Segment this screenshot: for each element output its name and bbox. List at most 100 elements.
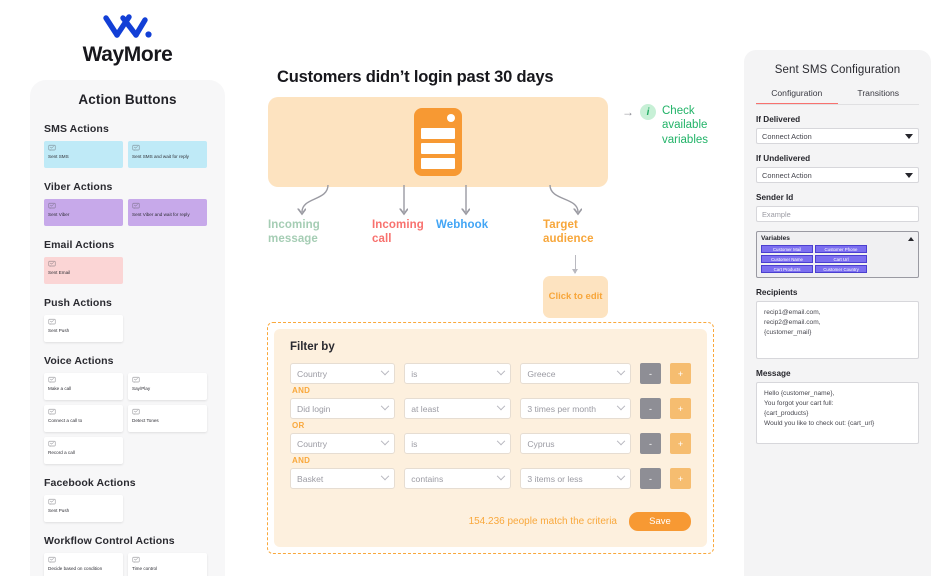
mobile-device-icon <box>414 108 462 176</box>
tab-transitions[interactable]: Transitions <box>838 88 920 104</box>
brand-logo: WayMore <box>30 12 225 67</box>
filter-footer: 154.236 people match the criteria Save <box>469 512 691 531</box>
remove-condition-button[interactable]: - <box>640 398 662 419</box>
message-icon <box>48 260 56 267</box>
action-button-label: Decide based on condition <box>48 566 103 571</box>
filter-row: Country is Greece - + <box>290 363 691 384</box>
sidebar-button-grid: Sent Push <box>44 315 211 342</box>
action-button[interactable]: Sent Push <box>44 315 123 342</box>
action-button[interactable]: Say/Play <box>128 373 207 400</box>
add-condition-label: + <box>677 473 684 484</box>
filter-operator-value: contains <box>411 473 444 484</box>
variable-chip[interactable]: Cart Url <box>815 255 867 263</box>
trigger-webhook[interactable]: Webhook <box>436 218 508 232</box>
save-button[interactable]: Save <box>629 512 691 531</box>
action-button[interactable]: Sent Email <box>44 257 123 284</box>
sidebar-group-title: SMS Actions <box>44 123 109 135</box>
tab-configuration[interactable]: Configuration <box>756 88 838 104</box>
filter-conjunction[interactable]: AND <box>292 456 691 465</box>
message-icon <box>48 498 56 505</box>
action-button[interactable]: Sent Push <box>44 495 123 522</box>
filter-conjunction[interactable]: OR <box>292 421 691 430</box>
trigger-target-audience[interactable]: Target audience <box>543 218 617 247</box>
remove-condition-button[interactable]: - <box>640 363 662 384</box>
action-button-label: Sent Viber <box>48 212 70 217</box>
message-icon <box>48 376 56 383</box>
add-condition-button[interactable]: + <box>670 433 691 454</box>
sidebar-button-grid: Sent Push <box>44 495 211 522</box>
trigger-incoming-message[interactable]: Incoming message <box>268 218 340 247</box>
filter-field-select[interactable]: Country <box>290 433 396 454</box>
add-condition-button[interactable]: + <box>670 398 691 419</box>
sidebar-group: Voice Actions Make a call Say/Play Connect … <box>44 355 211 464</box>
action-button[interactable]: Make a call <box>44 373 123 400</box>
filter-value-select[interactable]: 3 items or less <box>520 468 632 489</box>
variable-chip[interactable]: Cart Products <box>761 265 813 273</box>
sidebar-group-title: Voice Actions <box>44 355 114 367</box>
chevron-down-icon <box>616 366 626 375</box>
variable-chip[interactable]: Customer Name <box>761 255 813 263</box>
action-button[interactable]: Sent Viber and wait for reply <box>128 199 207 226</box>
sidebar-group-title: Workflow Control Actions <box>44 535 175 547</box>
campaign-hero-block[interactable] <box>268 97 608 187</box>
add-condition-button[interactable]: + <box>670 363 691 384</box>
action-button-label: Sent Viber and wait for reply <box>132 212 190 217</box>
if-undelivered-select[interactable]: Connect Action <box>756 167 919 183</box>
filter-value-select[interactable]: Greece <box>520 363 632 384</box>
filter-value-value: 3 times per month <box>527 403 597 414</box>
sidebar-group-title: Facebook Actions <box>44 477 136 489</box>
action-button[interactable]: Sent Viber <box>44 199 123 226</box>
remove-condition-button[interactable]: - <box>640 433 662 454</box>
remove-condition-button[interactable]: - <box>640 468 662 489</box>
action-button-label: Sent Push <box>48 328 70 333</box>
filter-value-select[interactable]: 3 times per month <box>520 398 632 419</box>
info-icon: i <box>640 104 656 120</box>
click-to-edit-bubble[interactable]: Click to edit <box>543 276 608 318</box>
if-delivered-select[interactable]: Connect Action <box>756 128 919 144</box>
action-button[interactable]: Connect a call to <box>44 405 123 432</box>
chevron-down-icon <box>497 366 506 375</box>
trigger-incoming-call[interactable]: Incoming call <box>372 218 438 247</box>
chevron-down-icon <box>616 401 626 410</box>
sidebar-button-grid: Sent Viber Sent Viber and wait for reply <box>44 199 211 226</box>
variables-box: Variables Customer Mail Customer Phone Cus… <box>756 231 919 278</box>
filter-field-select[interactable]: Did login <box>290 398 396 419</box>
sms-configuration-panel: Sent SMS Configuration Configuration Tra… <box>744 50 931 576</box>
filter-conjunction[interactable]: AND <box>292 386 691 395</box>
filter-field-select[interactable]: Country <box>290 363 396 384</box>
filter-field-select[interactable]: Basket <box>290 468 396 489</box>
variable-chip[interactable]: Customer Mail <box>761 245 813 253</box>
target-audience-connector <box>572 255 578 274</box>
action-button-label: Make a call <box>48 386 72 391</box>
filter-operator-select[interactable]: is <box>404 363 512 384</box>
recipients-textarea[interactable]: recip1@email.com, recip2@email.com, {cus… <box>756 301 919 359</box>
add-condition-button[interactable]: + <box>670 468 691 489</box>
action-buttons-sidebar: Action Buttons SMS Actions Sent SMS Sent S… <box>30 80 225 576</box>
add-condition-label: + <box>677 438 684 449</box>
filter-value-select[interactable]: Cyprus <box>520 433 632 454</box>
action-button[interactable]: Decide based on condition <box>44 553 123 576</box>
filter-operator-select[interactable]: contains <box>404 468 512 489</box>
check-available-variables[interactable]: → i Check available variables <box>622 104 732 147</box>
sender-id-field[interactable]: Example <box>756 206 919 222</box>
action-button-label: Record a call <box>48 450 75 455</box>
sidebar-group: Email Actions Sent Email <box>44 239 211 284</box>
action-button[interactable]: Record a call <box>44 437 123 464</box>
filter-field-value: Country <box>297 438 328 449</box>
chevron-down-icon <box>616 471 626 480</box>
message-textarea[interactable]: Hello {customer_name}, You forgot your c… <box>756 382 919 444</box>
variable-chip[interactable]: Customer Country <box>815 265 867 273</box>
filter-operator-select[interactable]: is <box>404 433 512 454</box>
action-button[interactable]: Time control <box>128 553 207 576</box>
action-button[interactable]: Sent SMS <box>44 141 123 168</box>
message-icon <box>132 408 140 415</box>
action-button[interactable]: Detect Tones <box>128 405 207 432</box>
action-button[interactable]: Sent SMS and wait for reply <box>128 141 207 168</box>
sidebar-group: Push Actions Sent Push <box>44 297 211 342</box>
variable-chip[interactable]: Customer Phone <box>815 245 867 253</box>
variables-label: Variables <box>761 235 790 242</box>
chevron-down-icon <box>381 366 390 375</box>
action-button-label: Detect Tones <box>132 418 159 423</box>
chevron-up-icon[interactable] <box>908 236 914 241</box>
filter-operator-select[interactable]: at least <box>404 398 512 419</box>
